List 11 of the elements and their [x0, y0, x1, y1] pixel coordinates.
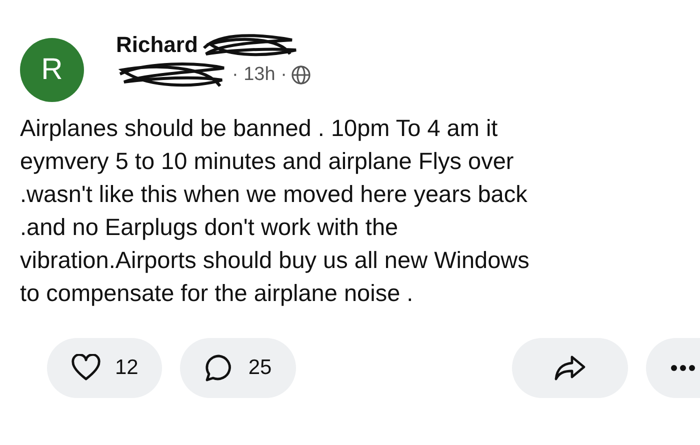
- more-icon: [670, 364, 696, 372]
- author-name[interactable]: Richard: [116, 32, 198, 58]
- heart-icon: [71, 354, 101, 382]
- comment-button[interactable]: 25: [180, 338, 296, 398]
- post-text: Airplanes should be banned . 10pm To 4 am it eymvery 5 to 10 minutes and airplane Flys over .wasn't like this when we moved here years back .and no Earplugs don't work with the vibration.Airports should buy us all new Windows to compensate for the airplane noise .: [20, 114, 530, 308]
- share-arrow-icon: [554, 354, 586, 382]
- like-button[interactable]: 12: [47, 338, 162, 398]
- globe-icon: [290, 65, 311, 85]
- post-time: · 13h ·: [232, 64, 287, 86]
- more-button[interactable]: [646, 338, 700, 398]
- avatar[interactable]: R: [20, 38, 84, 102]
